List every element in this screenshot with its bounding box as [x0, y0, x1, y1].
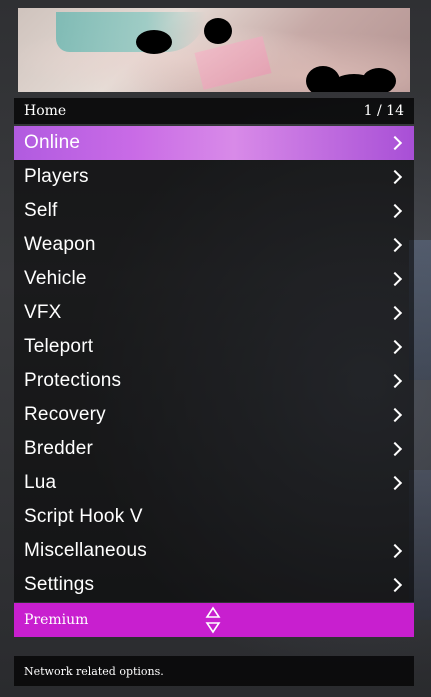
menu-item-recovery[interactable]: Recovery — [14, 398, 414, 432]
chevron-right-icon — [387, 543, 403, 559]
menu-banner-image — [18, 8, 410, 92]
menu-item-self[interactable]: Self — [14, 194, 414, 228]
redaction-mark — [204, 18, 232, 44]
menu-item-label: Players — [24, 166, 89, 187]
premium-label: Premium — [24, 612, 89, 628]
menu-item-label: Settings — [24, 574, 95, 595]
menu-position-counter: 1 / 14 — [363, 103, 404, 119]
menu-item-protections[interactable]: Protections — [14, 364, 414, 398]
menu-item-teleport[interactable]: Teleport — [14, 330, 414, 364]
menu-item-label: Protections — [24, 370, 122, 391]
premium-bar[interactable]: Premium — [14, 603, 414, 637]
redaction-mark — [136, 30, 172, 54]
chevron-right-icon — [387, 373, 403, 389]
chevron-right-icon — [387, 203, 403, 219]
chevron-right-icon — [387, 169, 403, 185]
menu-item-label: Self — [24, 200, 58, 221]
chevron-right-icon — [387, 305, 403, 321]
menu-item-label: Online — [24, 132, 81, 153]
banner-artwork — [194, 36, 272, 90]
menu-item-label: Weapon — [24, 234, 96, 255]
menu-item-label: Teleport — [24, 336, 94, 357]
menu-item-settings[interactable]: Settings — [14, 568, 414, 602]
main-menu-list: Online Players Self Weapon Vehicle VFX Telepor… — [14, 126, 414, 602]
menu-title: Home — [24, 103, 67, 119]
menu-item-label: Miscellaneous — [24, 540, 147, 561]
menu-item-miscellaneous[interactable]: Miscellaneous — [14, 534, 414, 568]
menu-item-weapon[interactable]: Weapon — [14, 228, 414, 262]
chevron-right-icon — [387, 237, 403, 253]
redaction-mark — [362, 68, 396, 92]
up-down-arrows-icon — [205, 606, 221, 634]
menu-item-bredder[interactable]: Bredder — [14, 432, 414, 466]
chevron-right-icon — [387, 577, 403, 593]
chevron-right-icon — [387, 339, 403, 355]
menu-item-lua[interactable]: Lua — [14, 466, 414, 500]
description-text: Network related options. — [24, 664, 164, 678]
option-description: Network related options. — [14, 656, 414, 686]
menu-item-players[interactable]: Players — [14, 160, 414, 194]
menu-item-vfx[interactable]: VFX — [14, 296, 414, 330]
menu-item-label: Lua — [24, 472, 57, 493]
menu-item-label: Vehicle — [24, 268, 87, 289]
menu-item-vehicle[interactable]: Vehicle — [14, 262, 414, 296]
banner-artwork — [56, 12, 206, 52]
menu-item-online[interactable]: Online — [14, 126, 414, 160]
chevron-right-icon — [387, 475, 403, 491]
chevron-right-icon — [387, 271, 403, 287]
chevron-right-icon — [387, 407, 403, 423]
menu-item-script-hook-v[interactable]: Script Hook V — [14, 500, 414, 534]
chevron-right-icon — [387, 441, 403, 457]
menu-header: Home 1 / 14 — [14, 98, 414, 124]
chevron-right-icon — [387, 135, 403, 151]
menu-item-label: VFX — [24, 302, 62, 323]
menu-item-label: Script Hook V — [24, 506, 143, 527]
menu-item-label: Recovery — [24, 404, 106, 425]
menu-item-label: Bredder — [24, 438, 93, 459]
